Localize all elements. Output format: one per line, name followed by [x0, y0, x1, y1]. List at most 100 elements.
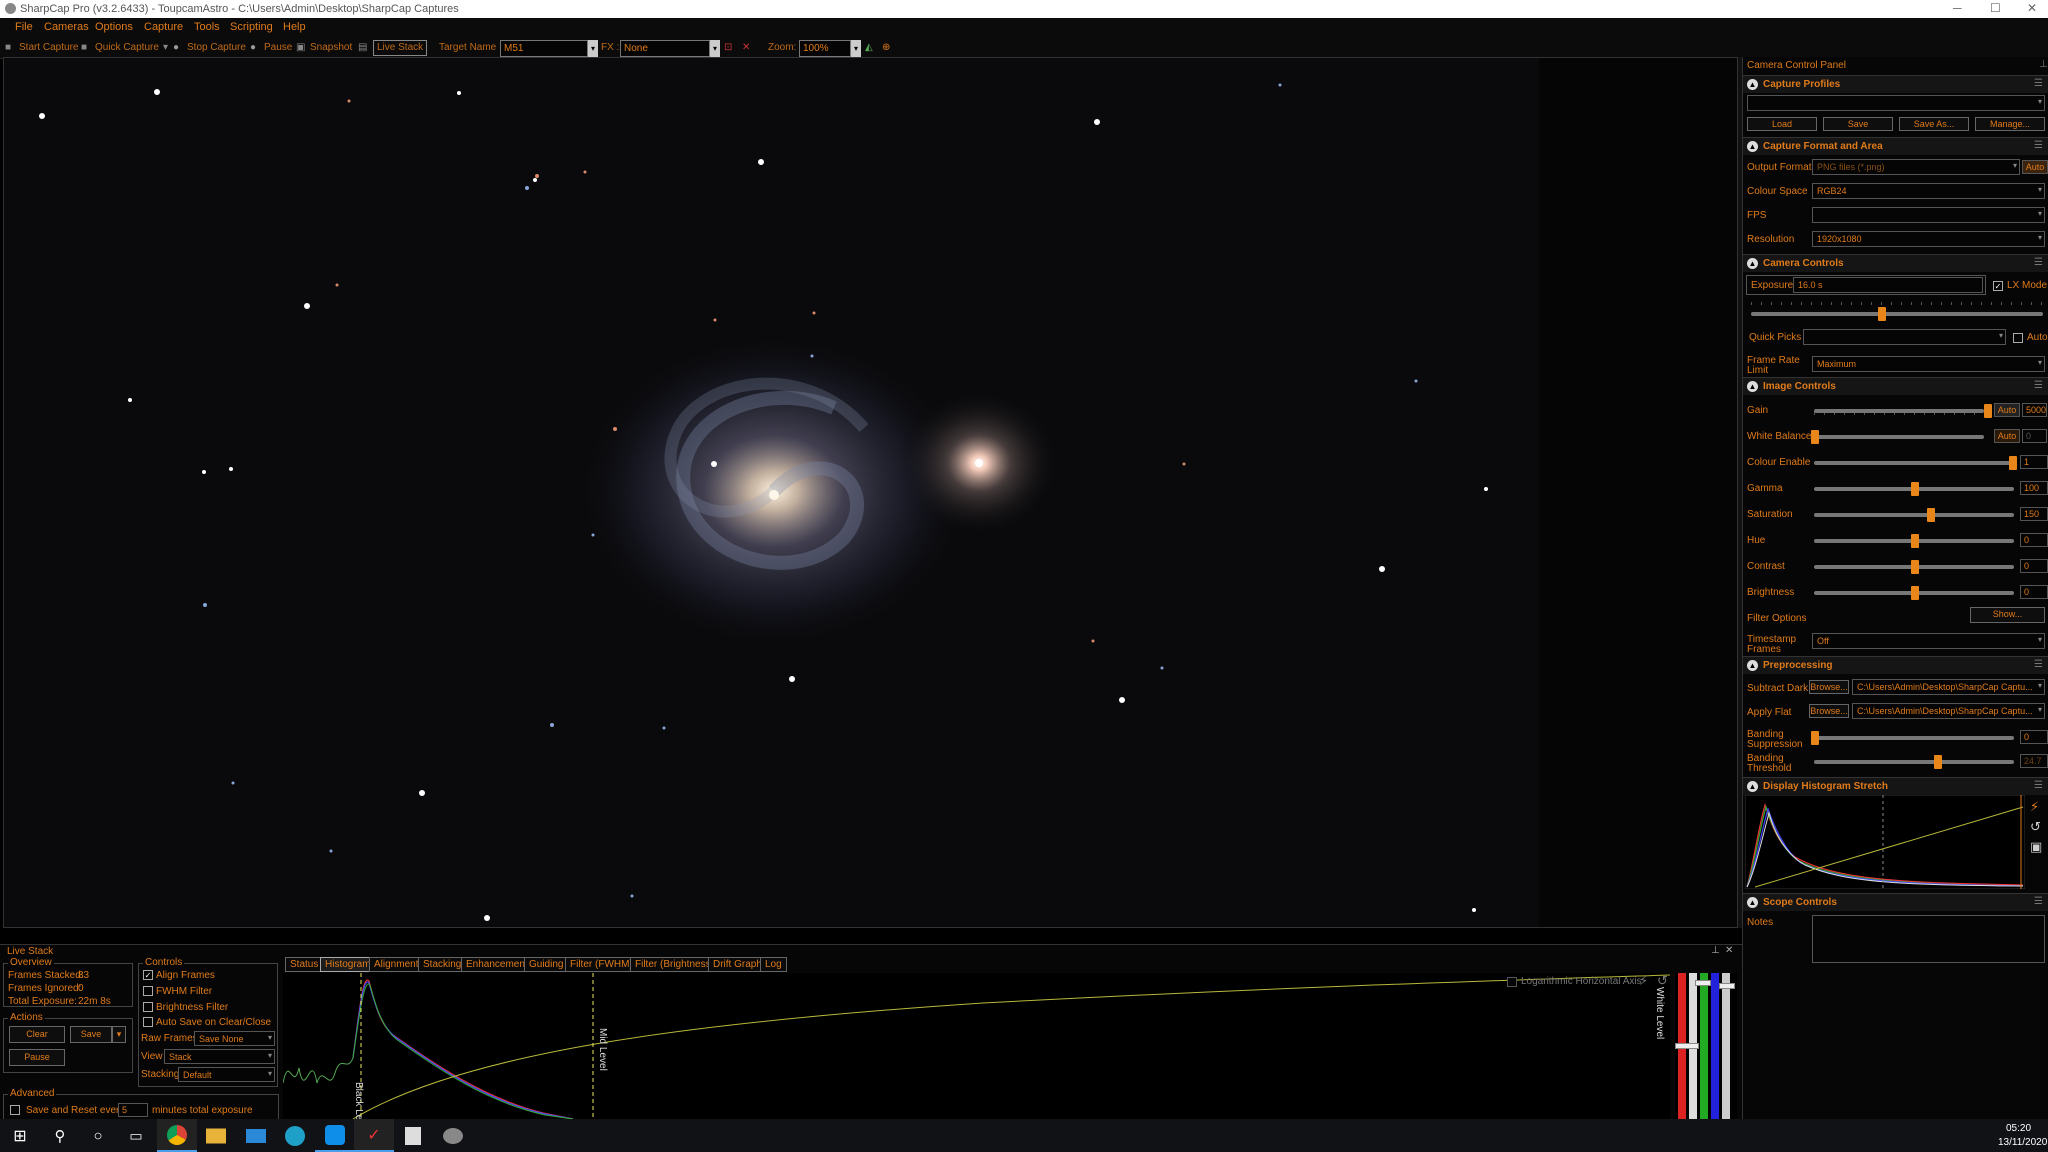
saturation-value[interactable]: 150: [2020, 507, 2048, 521]
menu-icon[interactable]: ☰: [2034, 140, 2043, 151]
profile-select[interactable]: ▾: [1747, 95, 2045, 111]
collapse-icon[interactable]: ▲: [1747, 897, 1758, 908]
profile-save-button[interactable]: Save: [1823, 117, 1893, 131]
colour-enable-value[interactable]: 1: [2020, 455, 2048, 469]
hue-slider-thumb[interactable]: [1911, 534, 1919, 548]
saturation-slider[interactable]: [1814, 513, 2014, 517]
saturation-slider-thumb[interactable]: [1927, 508, 1935, 522]
profile-save-as-button[interactable]: Save As...: [1899, 117, 1969, 131]
collapse-icon[interactable]: ▲: [1747, 141, 1758, 152]
menu-icon[interactable]: ☰: [2034, 78, 2043, 89]
live-stack-button[interactable]: Live Stack: [373, 40, 428, 56]
tab-alignment[interactable]: Alignment: [369, 957, 424, 972]
colour-space-select[interactable]: RGB24 ▾: [1812, 183, 2045, 199]
exposure-input[interactable]: 16.0 s: [1793, 277, 1983, 293]
gain-slider[interactable]: [1814, 409, 1984, 413]
exposure-slider[interactable]: [1751, 312, 2043, 316]
lx-mode-checkbox[interactable]: ✓: [1993, 281, 2003, 291]
exposure-slider-thumb[interactable]: [1878, 307, 1886, 321]
section-capture-profiles[interactable]: ▲ Capture Profiles ☰: [1743, 75, 2048, 93]
quick-picks-auto-checkbox[interactable]: [2013, 333, 2023, 343]
hue-value[interactable]: 0: [2020, 533, 2048, 547]
menu-icon[interactable]: ☰: [2034, 896, 2043, 907]
close-icon[interactable]: ✕: [1725, 946, 1733, 956]
tab-guiding[interactable]: Guiding: [524, 957, 569, 972]
taskbar-chrome[interactable]: [157, 1119, 197, 1152]
maximize-button[interactable]: ☐: [1990, 1, 2001, 15]
section-image-controls[interactable]: ▲ Image Controls ☰: [1743, 377, 2048, 395]
menu-options[interactable]: Options: [95, 21, 133, 33]
menu-icon[interactable]: ☰: [2034, 659, 2043, 670]
pin-icon[interactable]: ⊥: [1711, 946, 1720, 956]
filter-options-show-button[interactable]: Show...: [1970, 607, 2045, 623]
snapshot-button[interactable]: Snapshot: [310, 42, 352, 53]
menu-help[interactable]: Help: [283, 21, 306, 33]
white-balance-slider-thumb[interactable]: [1811, 430, 1819, 444]
align-frames-checkbox[interactable]: ✓: [143, 970, 153, 980]
banding-threshold-thumb[interactable]: [1934, 755, 1942, 769]
gamma-slider-thumb[interactable]: [1911, 482, 1919, 496]
lightning-icon[interactable]: ⚡: [2030, 800, 2039, 813]
contrast-value[interactable]: 0: [2020, 559, 2048, 573]
log-axis-checkbox[interactable]: [1507, 977, 1517, 987]
auto-save-checkbox[interactable]: [143, 1017, 153, 1027]
stop-capture-button[interactable]: Stop Capture: [187, 42, 246, 53]
zoom-select[interactable]: 100%: [799, 40, 851, 57]
menu-icon[interactable]: ☰: [2034, 257, 2043, 268]
menu-scripting[interactable]: Scripting: [230, 21, 273, 33]
brightness-filter-checkbox[interactable]: [143, 1002, 153, 1012]
banding-suppression-value[interactable]: 0: [2020, 730, 2048, 744]
taskbar-sharpcap[interactable]: ✓: [354, 1119, 394, 1152]
save-stack-button[interactable]: Save: [70, 1026, 112, 1043]
collapse-icon[interactable]: ▲: [1747, 381, 1758, 392]
taskbar-notepad[interactable]: [393, 1119, 433, 1152]
white-balance-value[interactable]: 0: [2022, 429, 2047, 443]
save-options-button[interactable]: ▾: [112, 1026, 126, 1043]
frame-rate-select[interactable]: Maximum ▾: [1812, 356, 2045, 372]
profile-load-button[interactable]: Load: [1747, 117, 1817, 131]
stacking-select[interactable]: Default ▾: [178, 1067, 275, 1082]
fx-dropdown-button[interactable]: ▾: [710, 40, 720, 57]
tab-log[interactable]: Log: [760, 957, 787, 972]
banding-suppression-thumb[interactable]: [1811, 731, 1819, 745]
taskbar-edge[interactable]: [275, 1119, 315, 1152]
reticle-icon[interactable]: ⊕: [882, 42, 890, 53]
contrast-slider-thumb[interactable]: [1911, 560, 1919, 574]
minimize-button[interactable]: ─: [1953, 1, 1962, 15]
section-camera-controls[interactable]: ▲ Camera Controls ☰: [1743, 254, 2048, 272]
output-format-select[interactable]: PNG files (*.png) ▾: [1812, 159, 2020, 175]
histogram-icon[interactable]: ◭: [865, 42, 873, 53]
cortana-button[interactable]: ○: [78, 1119, 118, 1152]
pause-stack-button[interactable]: Pause: [9, 1049, 65, 1066]
subtract-dark-path[interactable]: C:\Users\Admin\Desktop\SharpCap Captu...…: [1852, 679, 2045, 695]
menu-capture[interactable]: Capture: [144, 21, 183, 33]
notes-textarea[interactable]: [1812, 915, 2045, 963]
tab-status[interactable]: Status: [285, 957, 324, 972]
tab-filter-fwhm[interactable]: Filter (FWHM): [565, 957, 638, 972]
gain-value[interactable]: 5000: [2022, 403, 2047, 417]
apply-flat-path[interactable]: C:\Users\Admin\Desktop\SharpCap Captu...…: [1852, 703, 2045, 719]
brightness-slider-thumb[interactable]: [1911, 586, 1919, 600]
section-preprocessing[interactable]: ▲ Preprocessing ☰: [1743, 656, 2048, 674]
minutes-input[interactable]: 5: [118, 1103, 148, 1117]
timestamp-select[interactable]: Off ▾: [1812, 633, 2045, 649]
target-name-input[interactable]: M51: [500, 40, 588, 57]
white-balance-auto-button[interactable]: Auto: [1994, 429, 2020, 443]
lightning-icon[interactable]: ⚡: [1639, 974, 1648, 987]
collapse-icon[interactable]: ▲: [1747, 258, 1758, 269]
tab-enhancement[interactable]: Enhancement: [461, 957, 533, 972]
section-histogram-stretch[interactable]: ▲ Display Histogram Stretch ☰: [1743, 777, 2048, 795]
start-button[interactable]: ⊞: [0, 1119, 40, 1152]
menu-file[interactable]: File: [15, 21, 33, 33]
green-channel-slider[interactable]: [1700, 973, 1708, 1119]
gamma-value[interactable]: 100: [2020, 481, 2048, 495]
subtract-dark-browse-button[interactable]: Browse...: [1809, 680, 1849, 694]
gain-slider-thumb[interactable]: [1984, 404, 1992, 418]
raw-frames-select[interactable]: Save None ▾: [194, 1031, 275, 1046]
profile-manage-button[interactable]: Manage...: [1975, 117, 2045, 131]
cross-icon[interactable]: ✕: [742, 42, 750, 53]
rgb-level-sliders[interactable]: [1675, 973, 1737, 1119]
save-reset-checkbox[interactable]: [10, 1105, 20, 1115]
collapse-icon[interactable]: ▲: [1747, 660, 1758, 671]
pin-icon[interactable]: ⊥: [2039, 60, 2048, 70]
